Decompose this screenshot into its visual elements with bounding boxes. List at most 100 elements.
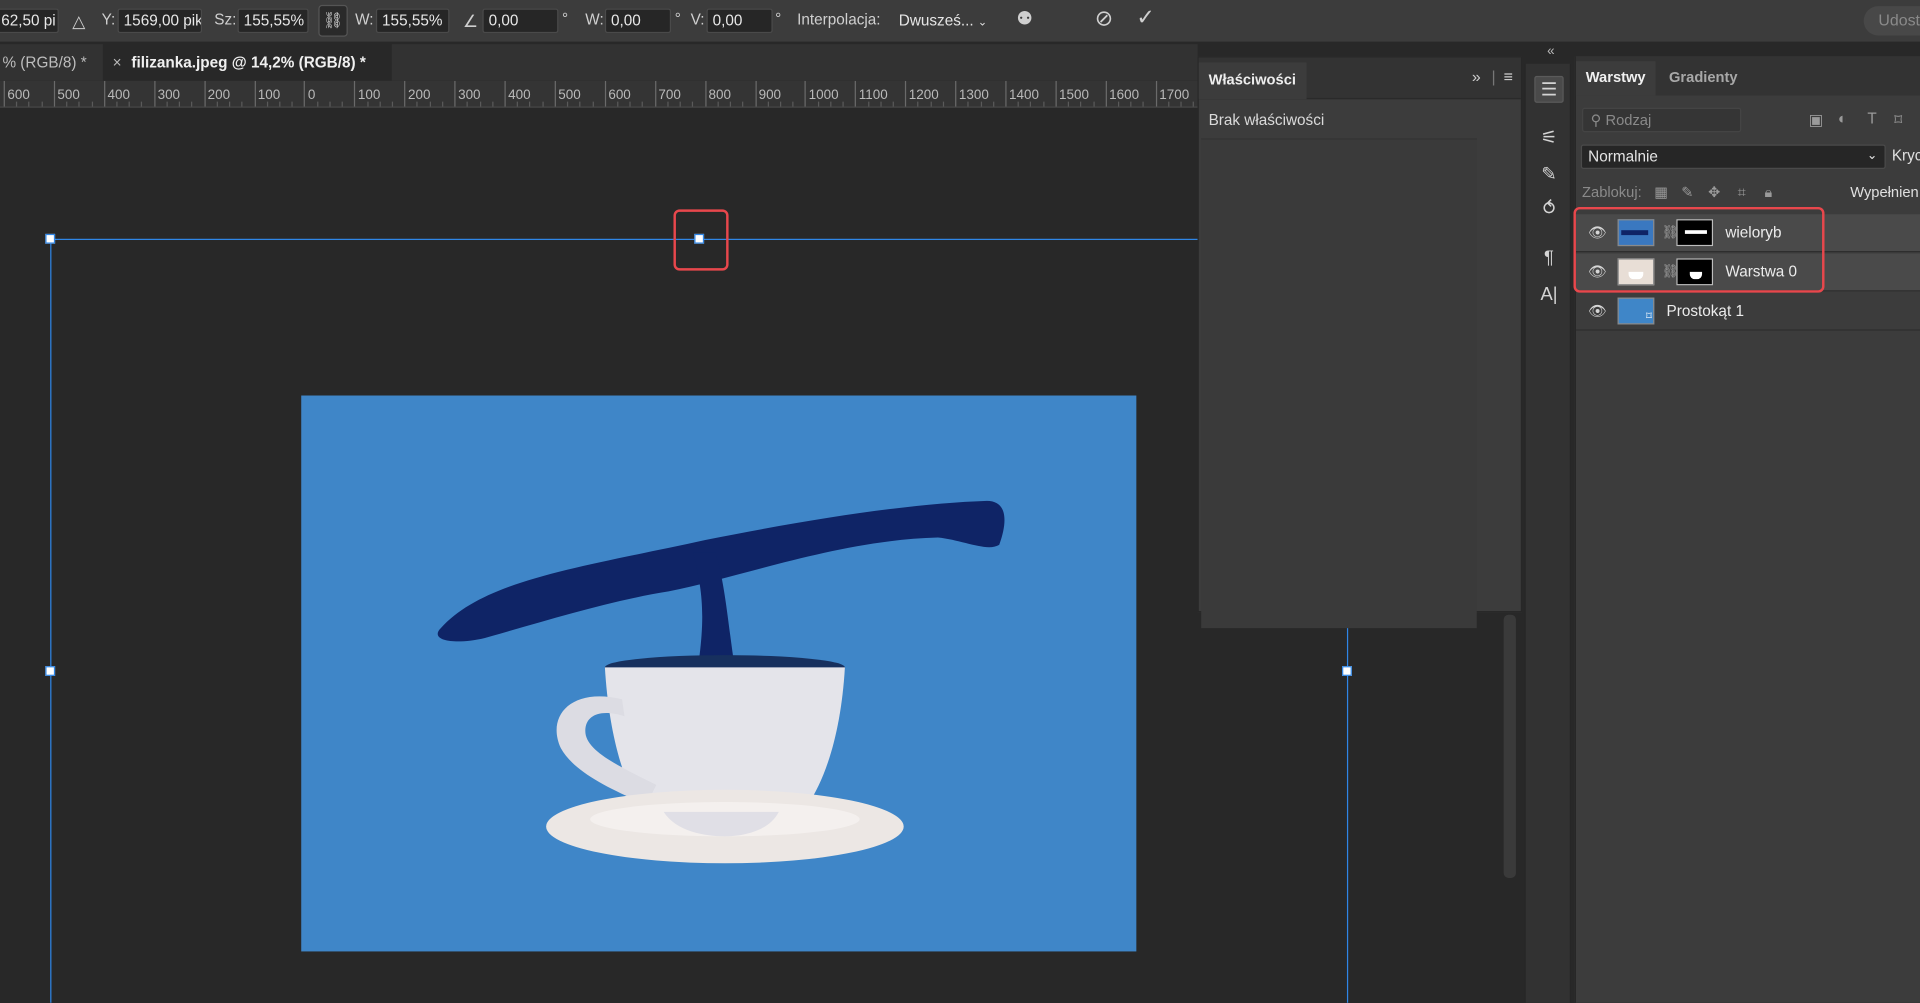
paragraph-icon[interactable]: ¶ — [1534, 245, 1563, 272]
blend-mode-value: Normalnie — [1588, 148, 1658, 166]
link-icon: ⛓ — [322, 11, 344, 30]
vertical-scrollbar[interactable] — [1503, 614, 1516, 878]
ruler-minor-tick — [992, 101, 995, 107]
ruler-tick-label: 1500 — [1055, 80, 1089, 107]
skew-w-field[interactable]: 0,00 — [604, 8, 672, 34]
x-position-field[interactable]: 62,50 pi — [0, 8, 59, 34]
lock-transparent-icon[interactable]: ▦ — [1654, 184, 1668, 201]
ruler-minor-tick — [1143, 101, 1145, 107]
ruler-minor-tick — [767, 101, 769, 107]
ruler-minor-tick — [930, 101, 932, 107]
height-percent-field[interactable]: 155,55% — [375, 8, 450, 34]
warp-mode-icon[interactable]: ⚉ — [1016, 9, 1032, 30]
lock-artboard-icon[interactable]: ⌗ — [1738, 184, 1746, 202]
ruler-minor-tick — [617, 101, 619, 107]
ruler-minor-tick — [729, 101, 732, 107]
y-position-field[interactable]: 1569,00 pik — [117, 8, 203, 34]
brush-settings-icon[interactable]: ⚟ — [1534, 125, 1563, 152]
degree-symbol: ° — [775, 9, 782, 27]
filter-type-icon[interactable]: T — [1867, 110, 1876, 127]
chevron-down-icon: ⌄ — [1866, 149, 1878, 163]
fill-label: Wypełnien — [1850, 183, 1919, 201]
filter-adjustment-icon[interactable]: ◐ — [1838, 110, 1847, 127]
ruler-minor-tick — [279, 101, 281, 107]
cancel-transform-icon[interactable]: ⊘ — [1095, 7, 1113, 29]
horizontal-ruler[interactable]: 600 500 400 300 200 100 0 100 200 300 400 500 600 700… — [0, 80, 1198, 108]
ruler-minor-tick — [892, 101, 894, 107]
ruler-minor-tick — [717, 101, 719, 107]
ruler-minor-tick — [942, 101, 944, 107]
blend-mode-select[interactable]: Normalnie ⌄ — [1580, 144, 1886, 169]
search-icon: ⚲ — [1590, 111, 1602, 129]
commit-transform-icon[interactable]: ✓ — [1136, 6, 1154, 28]
skew-v-field[interactable]: 0,00 — [706, 8, 773, 34]
adjustments-icon[interactable]: ☰ — [1534, 75, 1564, 103]
history-icon[interactable]: ⥀ — [1534, 196, 1563, 223]
ruler-minor-tick — [16, 101, 18, 107]
options-bar: 62,50 pi △ Y: 1569,00 pik Sz: 155,55% ⛓ … — [0, 0, 1920, 43]
ruler-minor-tick — [316, 101, 318, 107]
tab-gradients[interactable]: Gradienty — [1659, 61, 1747, 95]
ruler-minor-tick — [817, 101, 819, 107]
ruler-minor-tick — [191, 101, 193, 107]
coffee-cup-illustration — [437, 500, 1005, 864]
layer-row-prostokat-1[interactable]: 👁︎ ⌑ Prostokąt 1 — [1575, 293, 1920, 331]
transform-handle-middle-right[interactable] — [1342, 666, 1352, 676]
ruler-minor-tick — [667, 101, 669, 107]
tab-properties[interactable]: Właściwości — [1198, 62, 1307, 100]
ruler-tick-label: 1400 — [1005, 80, 1039, 107]
width-label: Sz: — [214, 11, 237, 29]
shape-layer-icon: ⌑ — [1646, 309, 1652, 323]
properties-panel: Właściwości » | ≡ Brak właściwości — [1197, 56, 1523, 629]
transform-handle-top-left[interactable] — [45, 233, 56, 244]
filter-pixel-icon[interactable]: ▣ — [1809, 110, 1823, 128]
transform-handle-middle-left[interactable] — [45, 666, 56, 676]
ruler-minor-tick — [241, 101, 243, 107]
interpolation-select[interactable]: Dwusześ... ⌄ — [892, 8, 995, 34]
ruler-minor-tick — [1092, 101, 1095, 107]
panel-menu-icon[interactable]: ≡ — [1504, 67, 1513, 85]
ruler-minor-tick — [579, 101, 581, 107]
ruler-minor-tick — [1168, 101, 1170, 107]
lock-position-icon[interactable]: ✥ — [1708, 184, 1720, 201]
link-proportions-button[interactable]: ⛓ — [318, 4, 348, 37]
layer-filter-select[interactable]: ⚲ Rodzaj — [1582, 107, 1742, 133]
lock-all-icon[interactable]: 🔒︎ — [1765, 184, 1773, 202]
tab-filizanka[interactable]: × filizanka.jpeg @ 14,2% (RGB/8) * — [102, 44, 392, 81]
ruler-minor-tick — [642, 101, 644, 107]
opacity-label: Kryc — [1891, 146, 1920, 165]
ruler-minor-tick — [329, 101, 331, 107]
ruler-minor-tick — [66, 101, 68, 107]
filter-shape-icon[interactable]: ⌑ — [1894, 110, 1902, 128]
layer-name[interactable]: Prostokąt 1 — [1667, 302, 1744, 319]
share-button[interactable]: Udost — [1863, 6, 1920, 36]
ruler-minor-tick — [830, 101, 832, 107]
eye-icon[interactable]: 👁︎ — [1588, 302, 1607, 319]
tab-label: filizanka.jpeg @ 14,2% (RGB/8) * — [131, 53, 366, 72]
width-percent-field[interactable]: 155,55% — [237, 8, 309, 34]
ruler-minor-tick — [742, 101, 744, 107]
ruler-minor-tick — [567, 101, 569, 107]
ruler-minor-tick — [779, 101, 782, 107]
layers-panel: Warstwy Gradienty ⚲ Rodzaj ▣ ◐ T ⌑ Norma… — [1573, 56, 1920, 1003]
skew-w-label: W: — [585, 11, 604, 29]
ruler-minor-tick — [1042, 101, 1045, 107]
tab-layers[interactable]: Warstwy — [1575, 61, 1656, 96]
ruler-minor-tick — [366, 101, 368, 107]
ruler-minor-tick — [128, 101, 131, 107]
collapse-panels-icon[interactable]: « — [1525, 44, 1578, 61]
degree-symbol: ° — [562, 9, 569, 27]
character-icon[interactable]: A| — [1534, 282, 1563, 309]
brush-icon[interactable]: ✎ — [1534, 162, 1563, 189]
transform-bbox-left — [50, 238, 52, 1003]
ruler-minor-tick — [441, 101, 444, 107]
lock-image-icon[interactable]: ✎ — [1681, 184, 1693, 201]
rotation-field[interactable]: 0,00 — [482, 8, 559, 34]
reference-point-icon[interactable]: △ — [72, 11, 85, 31]
highlight-top-handle — [673, 209, 729, 271]
tab-document-1[interactable]: % (RGB/8) * — [0, 44, 103, 81]
ruler-minor-tick — [529, 101, 531, 107]
ruler-minor-tick — [867, 101, 869, 107]
expand-panel-icon[interactable]: » — [1472, 67, 1481, 85]
close-tab-icon[interactable]: × — [113, 54, 122, 71]
